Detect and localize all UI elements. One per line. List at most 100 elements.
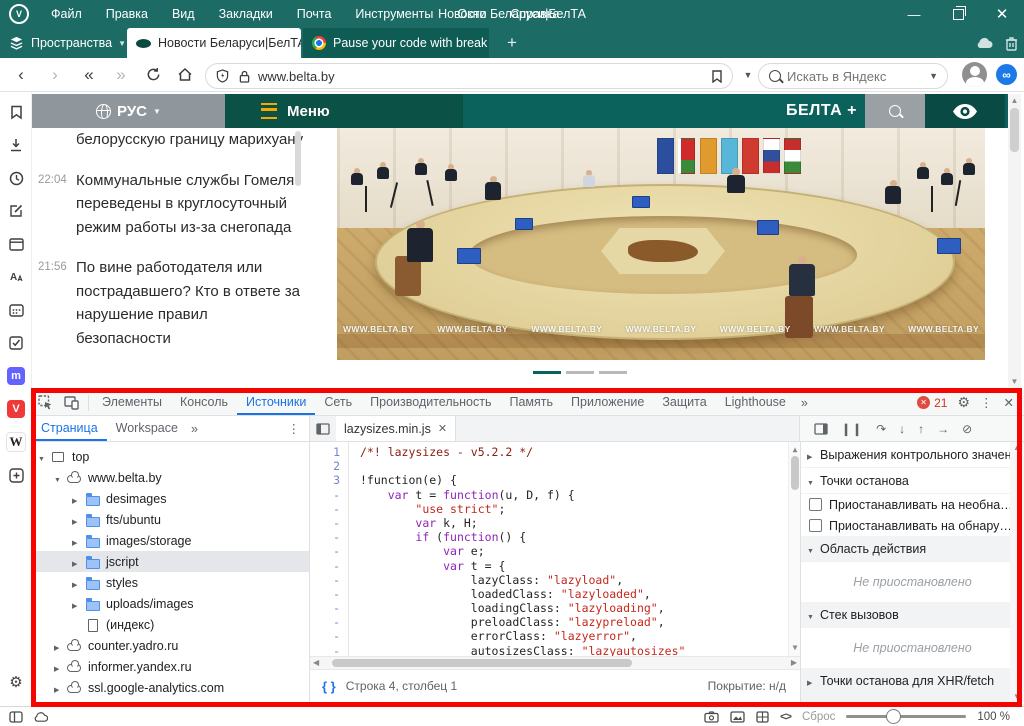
section-arrow-icon[interactable] [807,542,820,556]
debugger-section[interactable]: Точки останова для XHR/fetch [801,668,1024,694]
news-headline[interactable]: Коммунальные службы Гомеля переведены в … [76,169,304,240]
menu-item[interactable]: Инструменты [343,0,445,28]
error-badge[interactable]: ✕ 21 [917,396,947,410]
browser-tab[interactable]: Pause your code with break [303,28,489,58]
tasks-panel-icon[interactable] [6,333,26,353]
accessibility-button[interactable] [925,94,1005,128]
search-input[interactable] [785,68,929,85]
forward-button[interactable]: › [42,58,68,91]
page-tiling-icon[interactable] [756,711,769,723]
devtools-tab[interactable]: Память [501,390,563,415]
debugger-section[interactable]: Не приостановлено [801,628,1024,668]
devtools-tab[interactable]: Источники [237,390,315,415]
tree-arrow-icon[interactable] [54,681,67,695]
menu-item[interactable]: Закладки [207,0,285,28]
tree-item[interactable]: www.belta.by [32,467,309,488]
new-tab-button[interactable]: + [497,28,527,58]
zoom-slider[interactable] [846,715,966,718]
article-photo[interactable]: WWW.BELTA.BYWWW.BELTA.BYWWW.BELTA.BYWWW.… [337,128,985,360]
tree-arrow-icon[interactable] [72,576,85,590]
sync-status-icon[interactable] [28,712,52,722]
tree-item[interactable]: images/storage [32,530,309,551]
step-over-icon[interactable]: ↷ [876,422,886,436]
browser-tab[interactable]: Новости Беларуси|БелТА [127,28,301,58]
search-engine-dropdown[interactable]: ▼ [929,71,938,81]
zoom-slider-knob[interactable] [886,709,901,724]
checkbox[interactable] [809,519,822,532]
sync-account-icon[interactable]: ∞ [996,64,1017,85]
tree-arrow-icon[interactable] [72,597,85,611]
more-tabs-button[interactable]: » [795,396,814,410]
site-menu-button[interactable]: Меню [225,94,463,128]
minimize-button[interactable]: — [892,0,936,28]
menu-item[interactable]: Файл [39,0,94,28]
bookmark-icon[interactable] [712,70,722,83]
navigator-more-tabs[interactable]: » [187,422,202,436]
downloads-panel-icon[interactable] [6,135,26,155]
menu-item[interactable]: Окно [445,0,498,28]
editor-tab[interactable]: lazysizes.min.js ✕ [336,416,456,441]
news-item[interactable]: 21:56 По вине работодателя или пострадав… [32,256,332,350]
debugger-section[interactable]: Область действия [801,536,1024,562]
devtools-tab[interactable]: Производительность [361,390,500,415]
spaces-button[interactable]: Пространства ▼ [0,28,126,58]
editor-gutter[interactable]: 123------------ [310,445,340,656]
navigator-tab[interactable]: Workspace [107,416,187,441]
tree-item[interactable]: styles [32,572,309,593]
devtools-menu-icon[interactable]: ⋮ [980,395,994,410]
profile-avatar[interactable] [962,62,987,87]
zoom-reset-button[interactable]: Сброс [802,711,835,723]
site-search-button[interactable] [865,94,925,128]
editor-vscrollbar[interactable]: ▲ ▼ [788,442,800,656]
step-icon[interactable]: → [937,422,949,436]
debugger-section[interactable]: Приостанавливать на обнару… [801,515,1024,536]
toggle-panel-icon[interactable] [4,711,28,723]
tree-arrow-icon[interactable] [72,534,85,548]
tree-item[interactable]: informer.yandex.ru [32,656,309,677]
devtools-close-icon[interactable]: ✕ [1004,395,1014,410]
device-toolbar-icon[interactable] [58,390,84,415]
language-selector[interactable]: РУС ▼ [32,94,225,128]
debugger-section[interactable]: Выражения контрольного значен [801,442,1024,468]
mastodon-webpanel-icon[interactable]: m [6,366,26,386]
checkbox[interactable] [809,498,822,511]
devtools-tab[interactable]: Защита [653,390,715,415]
debugger-section[interactable]: Приостанавливать на необна… [801,494,1024,515]
devtools-tab[interactable]: Сеть [315,390,361,415]
navigator-tab[interactable]: Страница [32,416,107,441]
menu-item[interactable]: Почта [285,0,344,28]
tree-arrow-icon[interactable] [38,450,51,464]
step-into-icon[interactable]: ↓ [899,422,905,436]
back-button[interactable]: ‹ [8,58,34,91]
sync-cloud-icon[interactable] [975,37,993,49]
calendar-panel-icon[interactable] [6,300,26,320]
close-button[interactable]: ✕ [980,0,1024,28]
menu-item[interactable]: Правка [94,0,160,28]
photo-carousel-dots[interactable] [533,371,627,374]
window-panel-icon[interactable] [6,234,26,254]
devtools-tab[interactable]: Lighthouse [716,390,795,415]
news-scrollbar[interactable] [295,131,301,186]
page-actions-icon[interactable]: <> [780,711,791,723]
tree-arrow-icon[interactable] [72,513,85,527]
debugger-section[interactable]: Точки останова DOM [801,694,1024,702]
vivaldi-logo-icon[interactable]: V [9,4,29,24]
history-panel-icon[interactable] [6,168,26,188]
close-tab-icon[interactable]: ✕ [438,422,447,435]
capture-page-icon[interactable] [704,711,719,723]
trash-icon[interactable] [1005,36,1018,51]
toggle-debugger-sidebar-icon[interactable] [814,423,828,435]
tree-item[interactable]: desimages [32,488,309,509]
menu-item[interactable]: Вид [160,0,207,28]
rewind-button[interactable]: « [76,58,102,91]
tree-item[interactable]: uploads/images [32,593,309,614]
section-arrow-icon[interactable] [807,448,820,462]
deactivate-breakpoints-icon[interactable]: ⊘ [962,422,972,436]
tree-arrow-icon[interactable] [54,639,67,653]
devtools-tab[interactable]: Приложение [562,390,653,415]
notes-panel-icon[interactable] [6,201,26,221]
tree-item[interactable]: fts/ubuntu [32,509,309,530]
pause-script-icon[interactable]: ❙❙ [841,422,863,436]
fast-forward-button[interactable]: » [108,58,134,91]
pretty-print-icon[interactable]: { } [322,679,336,694]
